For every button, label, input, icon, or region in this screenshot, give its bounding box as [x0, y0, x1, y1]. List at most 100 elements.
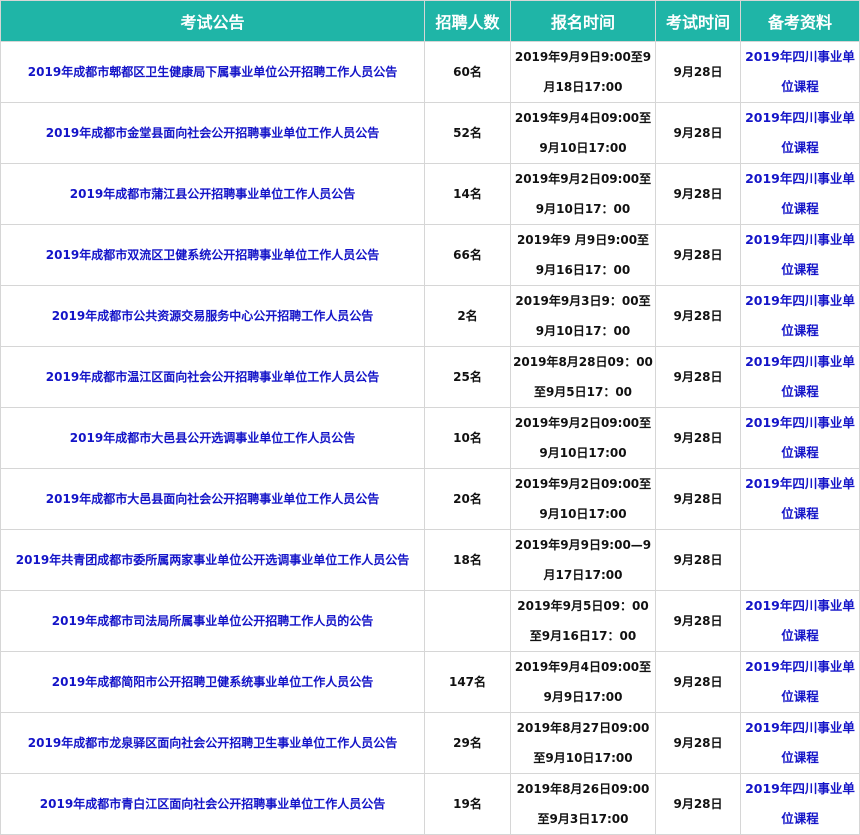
study-materials-cell: 2019年四川事业单位课程 [740, 407, 860, 469]
announcement-link[interactable]: 2019年成都市双流区卫健系统公开招聘事业单位工作人员公告 [46, 247, 379, 263]
study-materials-cell: 2019年四川事业单位课程 [740, 346, 860, 408]
table-row: 2019年共青团成都市委所属两家事业单位公开选调事业单位工作人员公告 18名 201… [0, 529, 860, 591]
study-materials-link[interactable]: 2019年四川事业单位课程 [745, 354, 855, 399]
announcement-link[interactable]: 2019年成都简阳市公开招聘卫健系统事业单位工作人员公告 [52, 674, 373, 690]
announcement-cell: 2019年成都市双流区卫健系统公开招聘事业单位工作人员公告 [0, 224, 425, 286]
study-materials-link[interactable]: 2019年四川事业单位课程 [745, 232, 855, 277]
table-row: 2019年成都市郫都区卫生健康局下属事业单位公开招聘工作人员公告 60名 2019年… [0, 41, 860, 103]
study-materials-link[interactable]: 2019年四川事业单位课程 [745, 659, 855, 704]
table-row: 2019年成都市温江区面向社会公开招聘事业单位工作人员公告 25名 2019年8月2… [0, 346, 860, 408]
announcement-link[interactable]: 2019年成都市大邑县公开选调事业单位工作人员公告 [70, 430, 355, 446]
registration-time-cell: 2019年9月4日09:00至9月9日17:00 [510, 651, 656, 713]
study-materials-link[interactable]: 2019年四川事业单位课程 [745, 476, 855, 521]
recruitment-table: 考试公告 招聘人数 报名时间 考试时间 备考资料 2019年成都市郫都区卫生健康… [0, 0, 860, 835]
announcement-cell: 2019年成都市司法局所属事业单位公开招聘工作人员的公告 [0, 590, 425, 652]
announcement-link[interactable]: 2019年成都市温江区面向社会公开招聘事业单位工作人员公告 [46, 369, 379, 385]
exam-time-cell: 9月28日 [655, 346, 741, 408]
announcement-cell: 2019年成都市郫都区卫生健康局下属事业单位公开招聘工作人员公告 [0, 41, 425, 103]
exam-time-cell: 9月28日 [655, 590, 741, 652]
study-materials-cell [740, 529, 860, 591]
table-row: 2019年成都市大邑县面向社会公开招聘事业单位工作人员公告 20名 2019年9月2… [0, 468, 860, 530]
table-row: 2019年成都市司法局所属事业单位公开招聘工作人员的公告 2019年9月5日09：… [0, 590, 860, 652]
announcement-link[interactable]: 2019年成都市蒲江县公开招聘事业单位工作人员公告 [70, 186, 355, 202]
count-cell: 18名 [424, 529, 511, 591]
announcement-cell: 2019年成都市温江区面向社会公开招聘事业单位工作人员公告 [0, 346, 425, 408]
announcement-link[interactable]: 2019年成都市司法局所属事业单位公开招聘工作人员的公告 [52, 613, 373, 629]
exam-time-cell: 9月28日 [655, 41, 741, 103]
count-cell: 14名 [424, 163, 511, 225]
announcement-cell: 2019年成都市龙泉驿区面向社会公开招聘卫生事业单位工作人员公告 [0, 712, 425, 774]
study-materials-link[interactable]: 2019年四川事业单位课程 [745, 171, 855, 216]
exam-time-cell: 9月28日 [655, 407, 741, 469]
col-header-announcement: 考试公告 [0, 0, 425, 42]
table-row: 2019年成都市龙泉驿区面向社会公开招聘卫生事业单位工作人员公告 29名 2019年… [0, 712, 860, 774]
exam-time-cell: 9月28日 [655, 529, 741, 591]
announcement-link[interactable]: 2019年成都市青白江区面向社会公开招聘事业单位工作人员公告 [40, 796, 385, 812]
col-header-count: 招聘人数 [424, 0, 511, 42]
announcement-cell: 2019年成都市大邑县面向社会公开招聘事业单位工作人员公告 [0, 468, 425, 530]
count-cell: 10名 [424, 407, 511, 469]
study-materials-link[interactable]: 2019年四川事业单位课程 [745, 293, 855, 338]
registration-time-cell: 2019年8月26日09:00至9月3日17:00 [510, 773, 656, 835]
count-cell: 19名 [424, 773, 511, 835]
study-materials-link[interactable]: 2019年四川事业单位课程 [745, 49, 855, 94]
announcement-cell: 2019年成都简阳市公开招聘卫健系统事业单位工作人员公告 [0, 651, 425, 713]
study-materials-cell: 2019年四川事业单位课程 [740, 773, 860, 835]
registration-time-cell: 2019年9月2日09:00至9月10日17:00 [510, 468, 656, 530]
exam-time-cell: 9月28日 [655, 712, 741, 774]
exam-time-cell: 9月28日 [655, 163, 741, 225]
registration-time-cell: 2019年9月4日09:00至9月10日17:00 [510, 102, 656, 164]
col-header-registration-time: 报名时间 [510, 0, 656, 42]
study-materials-link[interactable]: 2019年四川事业单位课程 [745, 720, 855, 765]
announcement-cell: 2019年成都市大邑县公开选调事业单位工作人员公告 [0, 407, 425, 469]
registration-time-cell: 2019年9 月9日9:00至 9月16日17：00 [510, 224, 656, 286]
study-materials-cell: 2019年四川事业单位课程 [740, 285, 860, 347]
table-row: 2019年成都市双流区卫健系统公开招聘事业单位工作人员公告 66名 2019年9 月… [0, 224, 860, 286]
registration-time-cell: 2019年9月9日9:00至9月18日17:00 [510, 41, 656, 103]
col-header-exam-time: 考试时间 [655, 0, 741, 42]
count-cell: 29名 [424, 712, 511, 774]
study-materials-link[interactable]: 2019年四川事业单位课程 [745, 598, 855, 643]
count-cell: 66名 [424, 224, 511, 286]
col-header-study-materials: 备考资料 [740, 0, 860, 42]
count-cell: 20名 [424, 468, 511, 530]
study-materials-cell: 2019年四川事业单位课程 [740, 651, 860, 713]
announcement-cell: 2019年共青团成都市委所属两家事业单位公开选调事业单位工作人员公告 [0, 529, 425, 591]
announcement-link[interactable]: 2019年成都市金堂县面向社会公开招聘事业单位工作人员公告 [46, 125, 379, 141]
announcement-link[interactable]: 2019年成都市公共资源交易服务中心公开招聘工作人员公告 [52, 308, 373, 324]
table-row: 2019年成都简阳市公开招聘卫健系统事业单位工作人员公告 147名 2019年9月4… [0, 651, 860, 713]
exam-time-cell: 9月28日 [655, 285, 741, 347]
announcement-cell: 2019年成都市青白江区面向社会公开招聘事业单位工作人员公告 [0, 773, 425, 835]
announcement-link[interactable]: 2019年成都市郫都区卫生健康局下属事业单位公开招聘工作人员公告 [28, 64, 397, 80]
count-cell: 2名 [424, 285, 511, 347]
study-materials-link[interactable]: 2019年四川事业单位课程 [745, 415, 855, 460]
registration-time-cell: 2019年8月27日09:00至9月10日17:00 [510, 712, 656, 774]
exam-time-cell: 9月28日 [655, 224, 741, 286]
table-row: 2019年成都市青白江区面向社会公开招聘事业单位工作人员公告 19名 2019年8月… [0, 773, 860, 835]
exam-time-cell: 9月28日 [655, 102, 741, 164]
table-row: 2019年成都市公共资源交易服务中心公开招聘工作人员公告 2名 2019年9月3日9… [0, 285, 860, 347]
count-cell [424, 590, 511, 652]
table-row: 2019年成都市蒲江县公开招聘事业单位工作人员公告 14名 2019年9月2日09:… [0, 163, 860, 225]
study-materials-cell: 2019年四川事业单位课程 [740, 102, 860, 164]
study-materials-cell: 2019年四川事业单位课程 [740, 468, 860, 530]
study-materials-cell: 2019年四川事业单位课程 [740, 712, 860, 774]
study-materials-cell: 2019年四川事业单位课程 [740, 163, 860, 225]
exam-time-cell: 9月28日 [655, 651, 741, 713]
announcement-link[interactable]: 2019年共青团成都市委所属两家事业单位公开选调事业单位工作人员公告 [16, 552, 409, 568]
registration-time-cell: 2019年9月3日9：00至9月10日17：00 [510, 285, 656, 347]
count-cell: 60名 [424, 41, 511, 103]
registration-time-cell: 2019年9月2日09:00至9月10日17:00 [510, 407, 656, 469]
study-materials-cell: 2019年四川事业单位课程 [740, 41, 860, 103]
announcement-link[interactable]: 2019年成都市大邑县面向社会公开招聘事业单位工作人员公告 [46, 491, 379, 507]
study-materials-cell: 2019年四川事业单位课程 [740, 224, 860, 286]
table-row: 2019年成都市金堂县面向社会公开招聘事业单位工作人员公告 52名 2019年9月4… [0, 102, 860, 164]
registration-time-cell: 2019年9月2日09:00至9月10日17：00 [510, 163, 656, 225]
announcement-cell: 2019年成都市金堂县面向社会公开招聘事业单位工作人员公告 [0, 102, 425, 164]
study-materials-link[interactable]: 2019年四川事业单位课程 [745, 110, 855, 155]
header-row: 考试公告 招聘人数 报名时间 考试时间 备考资料 [0, 0, 860, 42]
exam-time-cell: 9月28日 [655, 468, 741, 530]
study-materials-link[interactable]: 2019年四川事业单位课程 [745, 781, 855, 826]
announcement-link[interactable]: 2019年成都市龙泉驿区面向社会公开招聘卫生事业单位工作人员公告 [28, 735, 397, 751]
exam-time-cell: 9月28日 [655, 773, 741, 835]
